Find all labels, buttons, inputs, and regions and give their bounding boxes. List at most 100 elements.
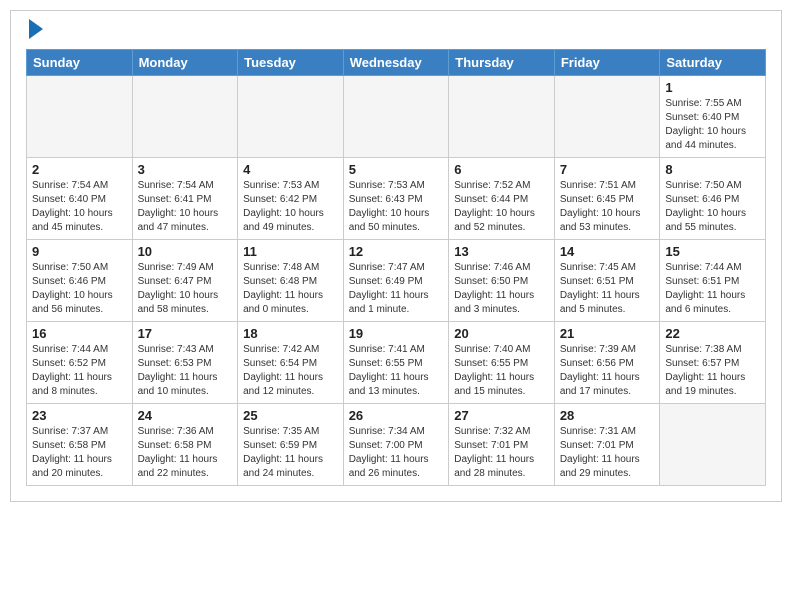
day-info: Sunrise: 7:41 AM Sunset: 6:55 PM Dayligh… — [349, 343, 444, 399]
day-info: Sunrise: 7:39 AM Sunset: 6:56 PM Dayligh… — [560, 343, 655, 399]
calendar-cell: 16 Sunrise: 7:44 AM Sunset: 6:52 PM Dayli… — [27, 321, 133, 403]
calendar-cell: 11 Sunrise: 7:48 AM Sunset: 6:48 PM Dayli… — [238, 239, 344, 321]
day-number: 2 — [32, 162, 127, 177]
calendar-cell: 3Sunrise: 7:54 AM Sunset: 6:41 PM Daylig… — [132, 157, 238, 239]
day-info: Sunrise: 7:36 AM Sunset: 6:58 PM Dayligh… — [138, 425, 233, 481]
day-number: 21 — [560, 326, 655, 341]
calendar-cell: 17 Sunrise: 7:43 AM Sunset: 6:53 PM Dayli… — [132, 321, 238, 403]
calendar-page: SundayMondayTuesdayWednesdayThursdayFrid… — [10, 10, 782, 502]
day-info: Sunrise: 7:49 AM Sunset: 6:47 PM Dayligh… — [138, 261, 233, 317]
calendar-cell: 23 Sunrise: 7:37 AM Sunset: 6:58 PM Dayli… — [27, 403, 133, 485]
logo-arrow-icon — [29, 19, 43, 39]
calendar-cell: 9 Sunrise: 7:50 AM Sunset: 6:46 PM Daylig… — [27, 239, 133, 321]
day-info: Sunrise: 7:42 AM Sunset: 6:54 PM Dayligh… — [243, 343, 338, 399]
calendar-cell: 4 Sunrise: 7:53 AM Sunset: 6:42 PM Daylig… — [238, 157, 344, 239]
weekday-thursday: Thursday — [449, 49, 555, 75]
day-info: Sunrise: 7:53 AM Sunset: 6:43 PM Dayligh… — [349, 179, 444, 235]
calendar-cell: 5 Sunrise: 7:53 AM Sunset: 6:43 PM Daylig… — [343, 157, 449, 239]
day-number: 14 — [560, 244, 655, 259]
day-number: 27 — [454, 408, 549, 423]
day-number: 9 — [32, 244, 127, 259]
weekday-header-row: SundayMondayTuesdayWednesdayThursdayFrid… — [27, 49, 766, 75]
day-number: 16 — [32, 326, 127, 341]
header — [26, 21, 766, 41]
day-number: 26 — [349, 408, 444, 423]
day-number: 22 — [665, 326, 760, 341]
calendar-cell — [554, 75, 660, 157]
calendar-cell: 18 Sunrise: 7:42 AM Sunset: 6:54 PM Dayli… — [238, 321, 344, 403]
day-info: Sunrise: 7:35 AM Sunset: 6:59 PM Dayligh… — [243, 425, 338, 481]
calendar-cell: 22 Sunrise: 7:38 AM Sunset: 6:57 PM Dayli… — [660, 321, 766, 403]
calendar-cell — [343, 75, 449, 157]
calendar-cell — [238, 75, 344, 157]
calendar-cell: 8 Sunrise: 7:50 AM Sunset: 6:46 PM Daylig… — [660, 157, 766, 239]
week-row-3: 9 Sunrise: 7:50 AM Sunset: 6:46 PM Daylig… — [27, 239, 766, 321]
calendar-cell — [660, 403, 766, 485]
week-row-1: 1 Sunrise: 7:55 AM Sunset: 6:40 PM Daylig… — [27, 75, 766, 157]
calendar-cell — [132, 75, 238, 157]
weekday-sunday: Sunday — [27, 49, 133, 75]
calendar-cell: 26 Sunrise: 7:34 AM Sunset: 7:00 PM Dayli… — [343, 403, 449, 485]
day-number: 20 — [454, 326, 549, 341]
day-info: Sunrise: 7:43 AM Sunset: 6:53 PM Dayligh… — [138, 343, 233, 399]
week-row-2: 2 Sunrise: 7:54 AM Sunset: 6:40 PM Daylig… — [27, 157, 766, 239]
day-info: Sunrise: 7:44 AM Sunset: 6:51 PM Dayligh… — [665, 261, 760, 317]
day-info: Sunrise: 7:44 AM Sunset: 6:52 PM Dayligh… — [32, 343, 127, 399]
day-info: Sunrise: 7:31 AM Sunset: 7:01 PM Dayligh… — [560, 425, 655, 481]
calendar-cell: 6 Sunrise: 7:52 AM Sunset: 6:44 PM Daylig… — [449, 157, 555, 239]
day-info: Sunrise: 7:37 AM Sunset: 6:58 PM Dayligh… — [32, 425, 127, 481]
day-info: Sunrise: 7:48 AM Sunset: 6:48 PM Dayligh… — [243, 261, 338, 317]
weekday-saturday: Saturday — [660, 49, 766, 75]
day-info: Sunrise: 7:34 AM Sunset: 7:00 PM Dayligh… — [349, 425, 444, 481]
day-number: 28 — [560, 408, 655, 423]
week-row-4: 16 Sunrise: 7:44 AM Sunset: 6:52 PM Dayli… — [27, 321, 766, 403]
day-number: 7 — [560, 162, 655, 177]
calendar-cell: 24 Sunrise: 7:36 AM Sunset: 6:58 PM Dayli… — [132, 403, 238, 485]
calendar-cell: 12Sunrise: 7:47 AM Sunset: 6:49 PM Dayli… — [343, 239, 449, 321]
day-number: 6 — [454, 162, 549, 177]
logo — [26, 21, 43, 41]
day-number: 25 — [243, 408, 338, 423]
day-number: 1 — [665, 80, 760, 95]
day-info: Sunrise: 7:50 AM Sunset: 6:46 PM Dayligh… — [665, 179, 760, 235]
day-number: 11 — [243, 244, 338, 259]
day-info: Sunrise: 7:32 AM Sunset: 7:01 PM Dayligh… — [454, 425, 549, 481]
calendar-cell: 28 Sunrise: 7:31 AM Sunset: 7:01 PM Dayli… — [554, 403, 660, 485]
weekday-monday: Monday — [132, 49, 238, 75]
day-number: 17 — [138, 326, 233, 341]
calendar-cell: 14 Sunrise: 7:45 AM Sunset: 6:51 PM Dayli… — [554, 239, 660, 321]
week-row-5: 23 Sunrise: 7:37 AM Sunset: 6:58 PM Dayli… — [27, 403, 766, 485]
day-number: 5 — [349, 162, 444, 177]
calendar-cell: 20 Sunrise: 7:40 AM Sunset: 6:55 PM Dayli… — [449, 321, 555, 403]
day-info: Sunrise: 7:47 AM Sunset: 6:49 PM Dayligh… — [349, 261, 444, 317]
calendar-cell: 15 Sunrise: 7:44 AM Sunset: 6:51 PM Dayli… — [660, 239, 766, 321]
day-number: 3 — [138, 162, 233, 177]
day-info: Sunrise: 7:55 AM Sunset: 6:40 PM Dayligh… — [665, 97, 760, 153]
weekday-tuesday: Tuesday — [238, 49, 344, 75]
day-info: Sunrise: 7:54 AM Sunset: 6:40 PM Dayligh… — [32, 179, 127, 235]
day-info: Sunrise: 7:45 AM Sunset: 6:51 PM Dayligh… — [560, 261, 655, 317]
day-number: 8 — [665, 162, 760, 177]
day-info: Sunrise: 7:46 AM Sunset: 6:50 PM Dayligh… — [454, 261, 549, 317]
day-number: 19 — [349, 326, 444, 341]
weekday-friday: Friday — [554, 49, 660, 75]
calendar-table: SundayMondayTuesdayWednesdayThursdayFrid… — [26, 49, 766, 486]
calendar-cell: 7Sunrise: 7:51 AM Sunset: 6:45 PM Daylig… — [554, 157, 660, 239]
day-info: Sunrise: 7:40 AM Sunset: 6:55 PM Dayligh… — [454, 343, 549, 399]
weekday-wednesday: Wednesday — [343, 49, 449, 75]
day-number: 13 — [454, 244, 549, 259]
day-info: Sunrise: 7:52 AM Sunset: 6:44 PM Dayligh… — [454, 179, 549, 235]
day-info: Sunrise: 7:38 AM Sunset: 6:57 PM Dayligh… — [665, 343, 760, 399]
day-info: Sunrise: 7:53 AM Sunset: 6:42 PM Dayligh… — [243, 179, 338, 235]
calendar-cell: 1 Sunrise: 7:55 AM Sunset: 6:40 PM Daylig… — [660, 75, 766, 157]
day-info: Sunrise: 7:50 AM Sunset: 6:46 PM Dayligh… — [32, 261, 127, 317]
day-number: 18 — [243, 326, 338, 341]
day-number: 15 — [665, 244, 760, 259]
day-number: 10 — [138, 244, 233, 259]
calendar-cell: 19 Sunrise: 7:41 AM Sunset: 6:55 PM Dayli… — [343, 321, 449, 403]
calendar-cell — [27, 75, 133, 157]
calendar-cell: 27 Sunrise: 7:32 AM Sunset: 7:01 PM Dayli… — [449, 403, 555, 485]
day-number: 4 — [243, 162, 338, 177]
day-number: 24 — [138, 408, 233, 423]
day-number: 23 — [32, 408, 127, 423]
